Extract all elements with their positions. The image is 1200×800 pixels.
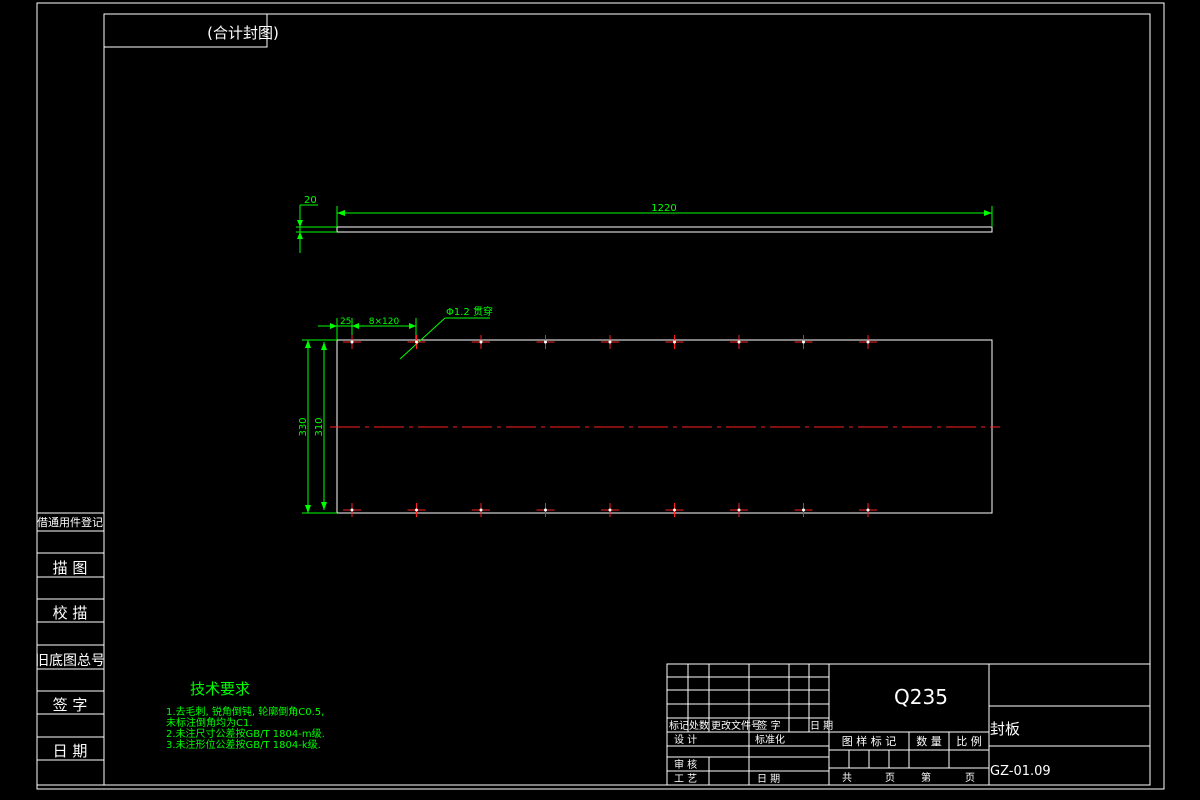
- length-label: 1220: [651, 203, 676, 214]
- rev-header-signature: 签 字: [757, 719, 780, 732]
- side-view-outline: [336, 226, 993, 233]
- thickness-arrow-bottom: [297, 232, 303, 239]
- rev-header-change-doc: 更改文件号: [711, 719, 761, 732]
- drawing-number: GZ-01.09: [990, 764, 1051, 779]
- hole: [479, 508, 483, 512]
- role-standard: 标准化: [755, 733, 785, 746]
- thickness-label: 20: [304, 195, 317, 206]
- tech-requirements: 技术要求 1.去毛刺, 锐角倒钝, 轮廓倒角C0.5, 未标注倒角均为C1. 2…: [166, 680, 325, 751]
- sheet-label: 第: [921, 771, 931, 784]
- hole: [866, 340, 870, 344]
- drawing-canvas: (合计封图) 20 1220 330 310 25 8×120 Φ1.2 贯穿 …: [35, 2, 1165, 790]
- height-outer-arrow-bottom: [305, 505, 311, 513]
- pitch-arrow-right: [409, 323, 416, 329]
- hole: [544, 340, 547, 344]
- role-design: 设 计: [674, 733, 697, 746]
- length-arrow-right: [984, 210, 992, 216]
- hole: [673, 508, 676, 512]
- mark-header: 图 样 标 记: [842, 734, 897, 748]
- length-arrow-left: [337, 210, 345, 216]
- role-date: 日 期: [757, 773, 780, 785]
- material-label: Q235: [894, 685, 948, 709]
- top-label: (合计封图): [207, 24, 279, 42]
- hole-row-top: [343, 335, 877, 349]
- thickness-arrow-top: [297, 220, 303, 227]
- left-cell-registration: 借通用件登记: [37, 515, 103, 529]
- hole: [737, 340, 741, 344]
- part-name: 封板: [990, 720, 1020, 738]
- height-inner-arrow-bottom: [321, 502, 327, 510]
- total-label: 共: [842, 772, 852, 784]
- offset-arrow-right: [352, 323, 359, 329]
- side-view: 20 1220: [296, 195, 993, 253]
- left-cell-old-drawing-no: 旧底图总号: [35, 653, 105, 669]
- hole-leader-line: [399, 317, 446, 360]
- scale-header: 比 例: [956, 734, 982, 748]
- hole: [544, 508, 547, 512]
- tech-item-3: 3.未注形位公差按GB/T 1804-k级.: [166, 738, 321, 751]
- height-inner-arrow-top: [321, 342, 327, 350]
- inner-border: [103, 13, 1151, 786]
- hole: [479, 340, 483, 344]
- sheet-page-label: 页: [965, 772, 975, 784]
- hole: [608, 508, 612, 512]
- qty-header: 数 量: [916, 735, 942, 748]
- height-outer-arrow-top: [305, 340, 311, 348]
- height-outer-label: 330: [298, 417, 309, 436]
- tech-item-1: 1.去毛刺, 锐角倒钝, 轮廓倒角C0.5,: [166, 705, 324, 718]
- hole: [866, 508, 870, 512]
- tech-item-1-cont: 未标注倒角均为C1.: [166, 716, 253, 729]
- hole: [673, 340, 676, 344]
- hole: [802, 508, 805, 512]
- hole: [350, 340, 354, 344]
- left-cell-check-tracing: 校 描: [53, 604, 88, 622]
- hole-row-bottom: [343, 503, 877, 517]
- hole: [608, 340, 612, 344]
- rev-header-mark: 标记: [669, 720, 689, 732]
- tech-item-2: 2.未注尺寸公差按GB/T 1804-m级.: [166, 727, 325, 740]
- front-view: 330 310 25 8×120 Φ1.2 贯穿: [298, 305, 1000, 517]
- hole: [415, 508, 418, 512]
- hole: [350, 508, 354, 512]
- left-cell-signature: 签 字: [53, 696, 88, 714]
- title-block: 标记 处数 更改文件号 签 字 日 期 设 计 标准化 审 核 工 艺 日 期 …: [666, 663, 1151, 786]
- role-review: 审 核: [674, 758, 697, 771]
- rev-header-date: 日 期: [810, 720, 833, 732]
- outer-frame: [36, 2, 1165, 790]
- rev-header-count: 处数: [689, 719, 709, 732]
- role-process: 工 艺: [674, 773, 697, 785]
- pitch-label: 8×120: [369, 317, 400, 327]
- left-cell-date: 日 期: [53, 742, 88, 760]
- offset-arrow-left: [330, 323, 337, 329]
- page-label: 页: [885, 772, 895, 784]
- hole: [802, 340, 805, 344]
- height-inner-label: 310: [314, 417, 325, 436]
- left-column-table: 借通用件登记 描 图 校 描 旧底图总号 签 字 日 期: [35, 512, 105, 786]
- offset-label: 25: [340, 317, 351, 327]
- hole: [415, 340, 418, 344]
- hole: [737, 508, 741, 512]
- left-cell-tracing: 描 图: [53, 559, 88, 577]
- hole-label: Φ1.2 贯穿: [446, 305, 493, 318]
- tech-heading: 技术要求: [190, 680, 250, 698]
